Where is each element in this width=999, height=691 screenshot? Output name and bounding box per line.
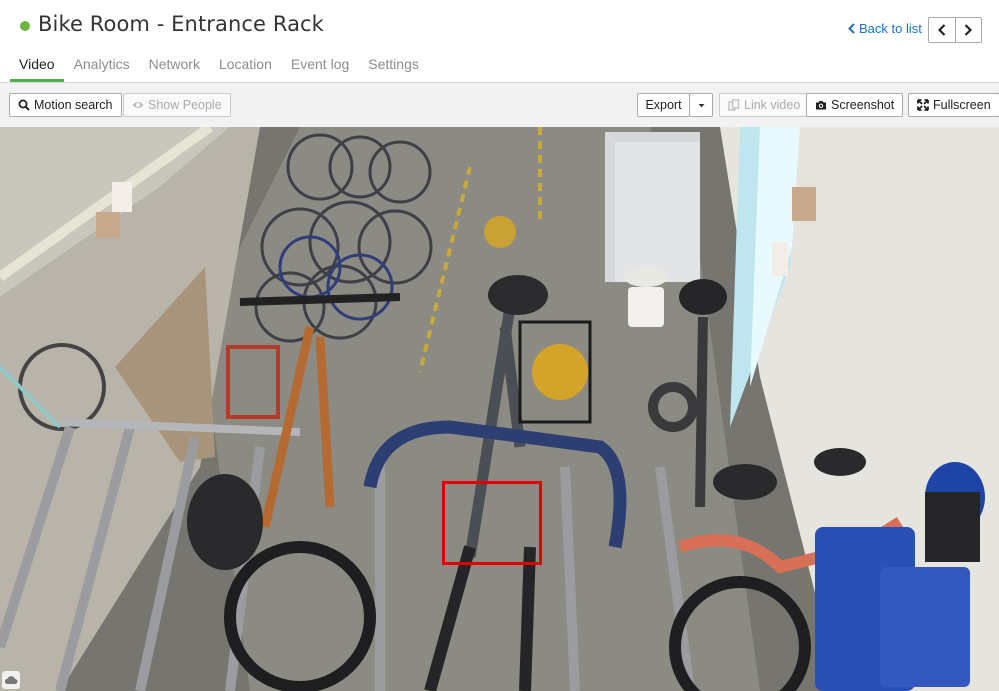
motion-search-label: Motion search [34, 98, 113, 112]
motion-search-button[interactable]: Motion search [9, 93, 122, 117]
camera-feed-image [0, 127, 999, 691]
video-toolbar: Motion search Show People Export Link vi… [0, 83, 999, 127]
video-player[interactable] [0, 127, 999, 691]
camera-tabs: Video Analytics Network Location Event l… [10, 50, 429, 82]
screenshot-button[interactable]: Screenshot [806, 93, 904, 117]
chevron-right-icon [964, 24, 973, 36]
export-label: Export [645, 98, 682, 112]
fullscreen-label: Fullscreen [933, 98, 991, 112]
tab-analytics[interactable]: Analytics [65, 50, 139, 82]
search-icon [18, 99, 30, 111]
camera-header: Bike Room - Entrance Rack Back to list [0, 0, 999, 48]
motion-detection-box [442, 481, 542, 565]
chevron-left-icon [937, 24, 946, 36]
tab-settings[interactable]: Settings [359, 50, 428, 82]
back-to-list-link[interactable]: Back to list [848, 21, 922, 36]
expand-icon [917, 99, 929, 111]
cloud-icon [2, 671, 20, 689]
chevron-left-icon [848, 23, 855, 34]
back-to-list-label: Back to list [859, 21, 922, 36]
camera-pager [928, 17, 982, 43]
tab-event-log[interactable]: Event log [282, 50, 358, 82]
previous-camera-button[interactable] [929, 18, 956, 42]
export-button[interactable]: Export [637, 93, 690, 117]
tab-network[interactable]: Network [140, 50, 209, 82]
export-dropdown-button[interactable] [689, 93, 713, 117]
fullscreen-button[interactable]: Fullscreen [908, 93, 999, 117]
tab-video[interactable]: Video [10, 50, 64, 82]
camera-title: Bike Room - Entrance Rack [38, 12, 324, 36]
caret-down-icon [698, 103, 704, 107]
link-video-label: Link video [744, 98, 801, 112]
online-status-dot [20, 21, 30, 31]
link-video-button[interactable]: Link video [719, 93, 810, 117]
copy-link-icon [728, 99, 740, 111]
show-people-button[interactable]: Show People [123, 93, 231, 117]
eye-icon [132, 102, 144, 108]
screenshot-label: Screenshot [831, 98, 895, 112]
next-camera-button[interactable] [956, 18, 982, 42]
tab-location[interactable]: Location [210, 50, 281, 82]
show-people-label: Show People [148, 98, 222, 112]
camera-icon [816, 101, 826, 110]
